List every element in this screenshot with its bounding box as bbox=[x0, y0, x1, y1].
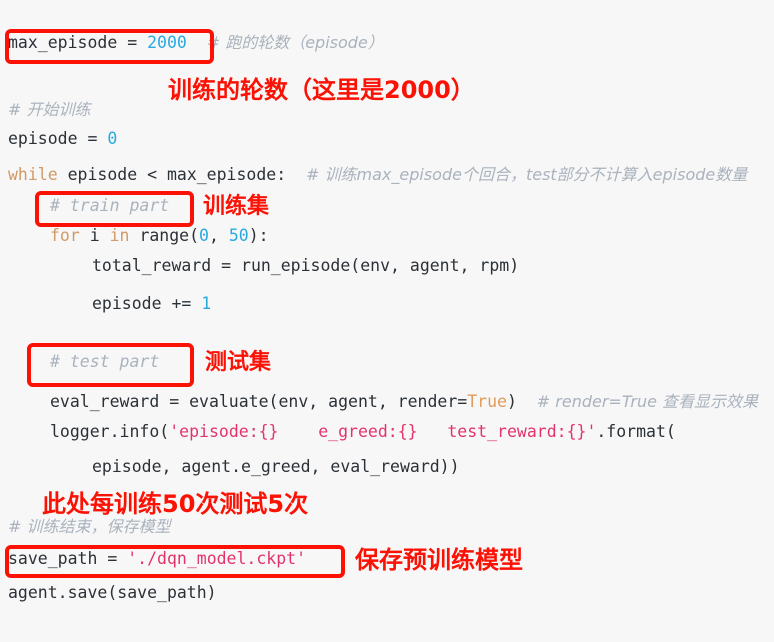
code-token: max_episode bbox=[8, 33, 128, 52]
line-for: for i in range(0, 50): bbox=[50, 221, 269, 251]
annot-test-set: 测试集 bbox=[205, 350, 272, 375]
line-eval-reward: eval_reward = evaluate(env, agent, rende… bbox=[50, 387, 758, 417]
line-agent-save: agent.save(save_path) bbox=[8, 578, 217, 608]
code-token: eval_reward = evaluate(env, agent, rende… bbox=[50, 392, 468, 411]
code-token: ): bbox=[248, 226, 269, 245]
code-token: .format( bbox=[596, 422, 676, 441]
line-logger-args: episode, agent.e_greed, eval_reward)) bbox=[92, 452, 460, 482]
line-blank-1 bbox=[8, 58, 18, 88]
code-token: for bbox=[50, 226, 90, 245]
line-blank-3 bbox=[8, 482, 18, 512]
line-episode-zero: episode = 0 bbox=[8, 124, 117, 154]
code-token: # 开始训练 bbox=[8, 100, 91, 119]
code-token: episode, agent.e_greed, eval_reward)) bbox=[92, 457, 460, 476]
annot-max-episode: 训练的轮数（这里是2000） bbox=[168, 76, 475, 104]
code-token: ) bbox=[506, 392, 517, 411]
code-token: # test part bbox=[50, 352, 160, 371]
code-token: # 训练结束，保存模型 bbox=[8, 517, 171, 536]
code-token: True bbox=[467, 392, 507, 411]
code-token: in bbox=[109, 226, 140, 245]
screenshot-root: max_episode = 2000 # 跑的轮数（episode） # 开始训… bbox=[0, 0, 774, 642]
code-token: # train part bbox=[50, 196, 170, 215]
code-token: 1 bbox=[201, 294, 212, 313]
code-token: , bbox=[208, 226, 229, 245]
code-token: = bbox=[87, 129, 108, 148]
code-token: # render=True 查看显示效果 bbox=[536, 392, 759, 411]
code-token: logger.info( bbox=[50, 422, 170, 441]
code-token: while bbox=[8, 165, 68, 184]
code-token: i bbox=[89, 226, 110, 245]
line-test-part: # test part bbox=[50, 347, 159, 377]
code-token: 'episode:{} e_greed:{} test_reward:{}' bbox=[169, 422, 597, 441]
code-token: 50 bbox=[228, 226, 249, 245]
code-token: './dqn_model.ckpt' bbox=[127, 549, 307, 568]
code-token: episode += bbox=[92, 294, 202, 313]
annot-save-model: 保存预训练模型 bbox=[355, 546, 523, 574]
line-logger: logger.info('episode:{} e_greed:{} test_… bbox=[50, 417, 676, 447]
line-max-episode: max_episode = 2000 # 跑的轮数（episode） bbox=[8, 28, 384, 58]
line-comment-start-train: # 开始训练 bbox=[8, 95, 91, 125]
code-token: # 跑的轮数（episode） bbox=[206, 33, 384, 52]
code-token: total_reward = run_episode(env, agent, r… bbox=[92, 256, 520, 275]
code-token: 0 bbox=[107, 129, 118, 148]
line-while: while episode < max_episode: # 训练max_epi… bbox=[8, 160, 747, 190]
code-token: 2000 bbox=[147, 33, 187, 52]
line-blank-2 bbox=[8, 318, 18, 348]
code-token: save_path = bbox=[8, 549, 128, 568]
annot-train-set: 训练集 bbox=[203, 194, 270, 219]
code-token: 0 bbox=[199, 226, 209, 245]
code-token: # 训练max_episode个回合，test部分不计算入episode数量 bbox=[306, 165, 748, 184]
code-token: range( bbox=[139, 226, 200, 245]
line-episode-incr: episode += 1 bbox=[92, 289, 211, 319]
line-train-part: # train part bbox=[50, 191, 169, 221]
annot-train-test-ratio: 此处每训练50次测试5次 bbox=[42, 490, 309, 518]
line-save-path: save_path = './dqn_model.ckpt' bbox=[8, 544, 306, 574]
code-token: episode bbox=[8, 129, 88, 148]
code-token: = bbox=[127, 33, 148, 52]
line-total-reward: total_reward = run_episode(env, agent, r… bbox=[92, 251, 519, 281]
code-token: agent.save(save_path) bbox=[8, 583, 217, 602]
code-token: episode < max_episode: bbox=[67, 165, 287, 184]
